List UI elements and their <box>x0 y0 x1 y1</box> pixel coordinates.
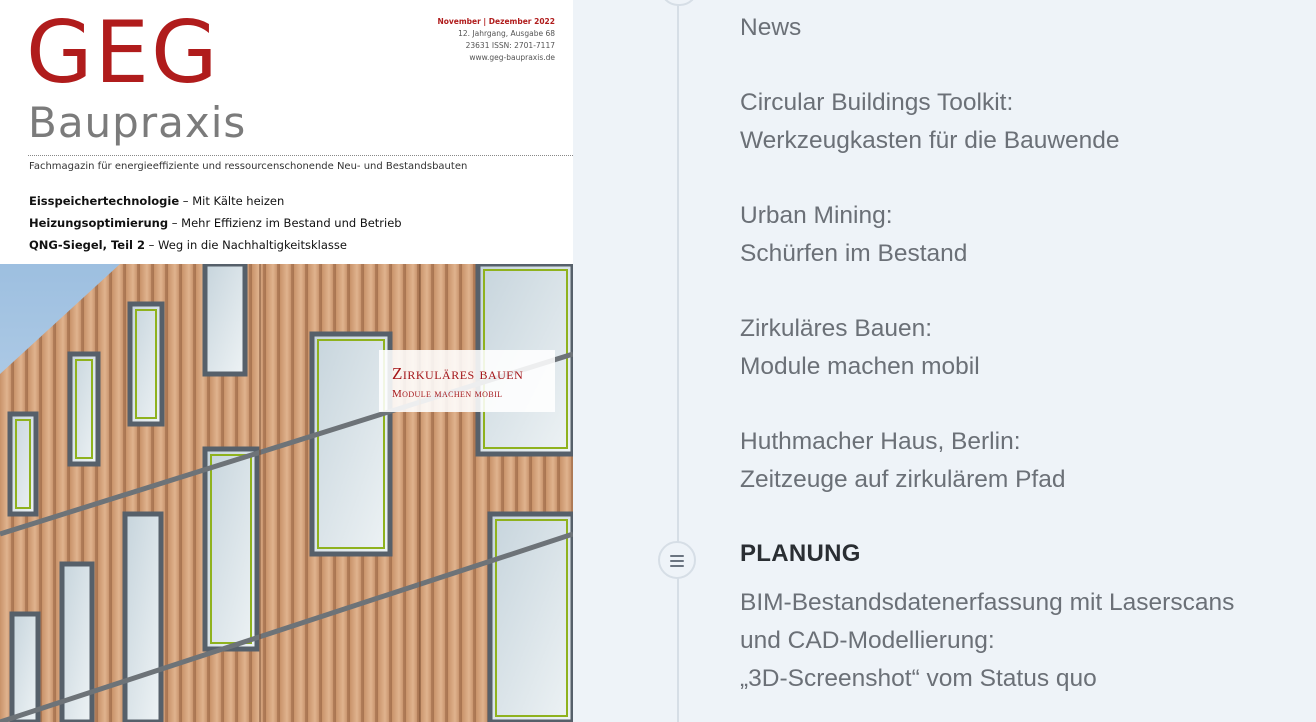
logo-geg: GEG <box>26 3 220 103</box>
list-icon <box>658 541 696 579</box>
cover-topics: Eisspeichertechnologie – Mit Kälte heize… <box>29 190 402 256</box>
magazine-cover[interactable]: GEG Baupraxis November | Dezember 2022 1… <box>0 0 573 722</box>
badge-title: Zirkuläres bauen <box>392 364 524 383</box>
cover-badge: Zirkuläres bauen Module machen mobil <box>379 350 555 412</box>
cover-photo <box>0 264 573 722</box>
issue-date: November | Dezember 2022 <box>437 17 555 26</box>
cover-topic: Eisspeichertechnologie – Mit Kälte heize… <box>29 194 285 208</box>
toc-item-news[interactable]: News <box>740 9 801 47</box>
timeline-line <box>677 0 679 722</box>
issue-volume: 12. Jahrgang, Ausgabe 68 <box>458 29 555 38</box>
cover-topic: QNG-Siegel, Teil 2 – Weg in die Nachhalt… <box>29 238 347 252</box>
cover-topic: Heizungsoptimierung – Mehr Effizienz im … <box>29 216 402 230</box>
section-heading-planung: PLANUNG <box>740 540 861 567</box>
timeline-node <box>660 0 698 6</box>
issue-url: www.geg-baupraxis.de <box>469 53 555 62</box>
badge-subtitle: Module machen mobil <box>392 388 503 400</box>
divider <box>28 155 573 156</box>
issue-info: November | Dezember 2022 12. Jahrgang, A… <box>437 16 555 64</box>
issue-numbers: 23631 ISSN: 2701-7117 <box>465 41 555 50</box>
logo-baupraxis: Baupraxis <box>28 98 247 147</box>
toc-item-urban-mining[interactable]: Urban Mining: Schürfen im Bestand <box>740 197 967 273</box>
toc-item-zirkulaeres-bauen[interactable]: Zirkuläres Bauen: Module machen mobil <box>740 310 980 386</box>
toc-item-circular-buildings[interactable]: Circular Buildings Toolkit: Werkzeugkast… <box>740 84 1120 160</box>
toc-item-bim-bestandsdaten[interactable]: BIM-Bestandsdatenerfassung mit Laserscan… <box>740 584 1234 698</box>
toc-item-huthmacher-haus[interactable]: Huthmacher Haus, Berlin: Zeitzeuge auf z… <box>740 423 1065 499</box>
cover-tagline: Fachmagazin für energieeffiziente und re… <box>29 161 468 172</box>
